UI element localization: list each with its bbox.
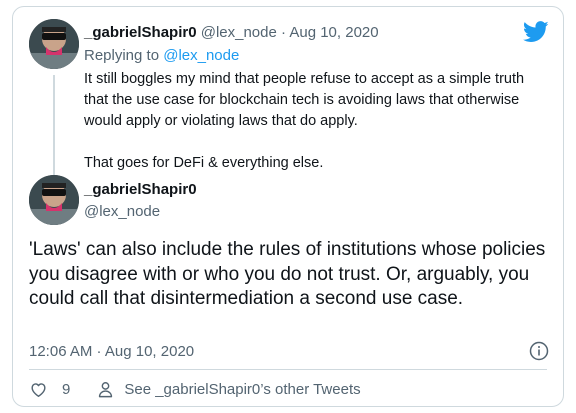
main-handle[interactable]: @lex_node xyxy=(84,202,160,222)
twitter-bird-icon[interactable] xyxy=(523,21,549,43)
parent-separator: · xyxy=(281,24,287,41)
parent-text-paragraph: That goes for DeFi & everything else. xyxy=(84,155,324,171)
tweet-timestamp[interactable]: 12:06 AM · Aug 10, 2020 xyxy=(29,342,194,362)
parent-avatar[interactable] xyxy=(29,19,79,69)
like-button[interactable]: 9 xyxy=(29,380,70,399)
info-icon[interactable] xyxy=(529,341,549,361)
replying-prefix: Replying to xyxy=(84,47,160,64)
replying-handle-link[interactable]: @lex_node xyxy=(163,47,239,64)
main-tweet-text: 'Laws' can also include the rules of ins… xyxy=(29,239,546,309)
parent-handle[interactable]: @lex_node xyxy=(201,24,277,41)
replying-to: Replying to @lex_node xyxy=(84,46,239,66)
heart-icon xyxy=(31,382,46,397)
main-avatar[interactable] xyxy=(29,175,79,225)
thread-connector xyxy=(53,75,55,175)
see-other-tweets-label: See _gabrielShapir0’s other Tweets xyxy=(124,380,361,398)
tweet-actions: 9 See _gabrielShapir0’s other Tweets xyxy=(29,375,361,403)
actions-divider xyxy=(29,369,547,370)
parent-tweet-text: It still boggles my mind that people ref… xyxy=(84,69,544,174)
person-icon xyxy=(99,381,113,397)
parent-date[interactable]: Aug 10, 2020 xyxy=(289,24,378,41)
main-display-name[interactable]: _gabrielShapir0 xyxy=(84,180,197,200)
parent-text-paragraph: It still boggles my mind that people ref… xyxy=(84,71,525,129)
see-other-tweets-link[interactable]: See _gabrielShapir0’s other Tweets xyxy=(96,380,361,399)
parent-display-name[interactable]: _gabrielShapir0 xyxy=(84,24,197,41)
embedded-tweet-card: _gabrielShapir0 @lex_node · Aug 10, 2020… xyxy=(12,6,564,407)
like-count: 9 xyxy=(62,380,71,398)
parent-header: _gabrielShapir0 @lex_node · Aug 10, 2020 xyxy=(84,23,379,43)
